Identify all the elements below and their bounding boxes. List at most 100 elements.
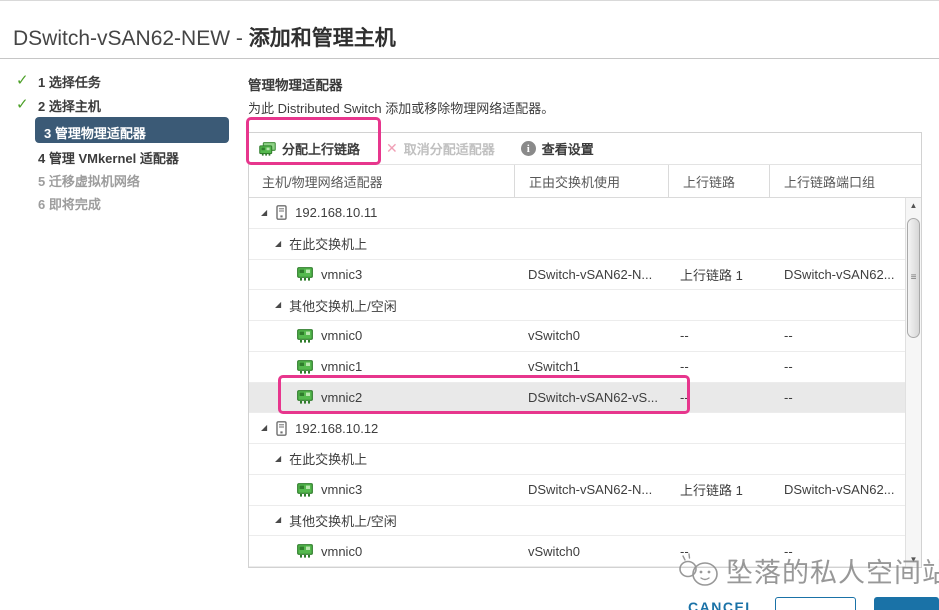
- wizard-step-ready-to-complete[interactable]: 6 即将完成: [0, 190, 240, 214]
- cell-uplink-port-group: DSwitch-vSAN62...: [784, 482, 895, 498]
- step-label: 3 管理物理适配器: [44, 126, 146, 141]
- table-body: ◢ 192.168.10.11 ◢ 在此交换机上 vmnic3 DSwitch-vS…: [249, 198, 921, 567]
- table-row-group-other-switches[interactable]: ◢ 其他交换机上/空闲: [249, 506, 921, 537]
- cell-uplink: --: [680, 359, 689, 375]
- table-row-group-on-this-switch[interactable]: ◢ 在此交换机上: [249, 229, 921, 260]
- step-label: 2 选择主机: [38, 99, 101, 114]
- assign-uplink-icon: [259, 142, 276, 156]
- cell-uplink-port-group: --: [784, 389, 793, 405]
- cell-in-use-by-switch: vSwitch1: [528, 359, 581, 375]
- table-row-vmnic2-selected[interactable]: vmnic2 DSwitch-vSAN62-vS... -- --: [249, 382, 921, 414]
- cell-uplink-port-group: DSwitch-vSAN62...: [784, 266, 895, 282]
- adapter-name: vmnic0: [321, 328, 363, 344]
- wizard-step-select-tasks[interactable]: ✓ 1 选择任务: [0, 68, 240, 92]
- add-manage-hosts-dialog: DSwitch-vSAN62-NEW - 添加和管理主机 ✓ 1 选择任务 ✓ …: [0, 0, 939, 610]
- table-row-vmnic3[interactable]: vmnic3 DSwitch-vSAN62-N... 上行链路 1 DSwitc…: [249, 260, 921, 291]
- host-icon: [276, 421, 287, 436]
- physical-adapter-table: 分配上行链路 ✕ 取消分配适配器 i 查看设置 主机/物理网络适配器 正由交换机…: [248, 132, 922, 568]
- scrollbar-thumb[interactable]: ≡: [907, 218, 920, 338]
- assign-uplink-button[interactable]: 分配上行链路: [259, 139, 360, 158]
- step-label: 6 即将完成: [38, 197, 101, 212]
- view-settings-label: 查看设置: [541, 142, 594, 157]
- table-row-host-192-168-10-11[interactable]: ◢ 192.168.10.11: [249, 198, 921, 229]
- wizard-step-manage-physical-adapters[interactable]: 3 管理物理适配器: [35, 117, 229, 143]
- vertical-scrollbar[interactable]: ▲ ≡ ▼: [905, 198, 921, 567]
- view-settings-button[interactable]: i 查看设置: [520, 139, 594, 158]
- expand-caret-icon[interactable]: ◢: [275, 454, 281, 463]
- wizard-step-select-hosts[interactable]: ✓ 2 选择主机: [0, 92, 240, 116]
- adapter-name: vmnic1: [321, 359, 363, 375]
- host-label: 192.168.10.12: [295, 420, 379, 436]
- cell-in-use-by-switch: DSwitch-vSAN62-N...: [528, 482, 653, 498]
- cell-in-use-by-switch: vSwitch0: [528, 543, 581, 559]
- column-header-uplink[interactable]: 上行链路: [668, 165, 769, 197]
- back-button[interactable]: BACK: [775, 597, 856, 610]
- cell-uplink: --: [680, 328, 689, 344]
- column-header-in-use-by-switch[interactable]: 正由交换机使用: [514, 165, 668, 197]
- nic-icon: [297, 329, 313, 343]
- group-label: 在此交换机上: [289, 452, 368, 468]
- cell-in-use-by-switch: vSwitch0: [528, 328, 581, 344]
- group-label: 其他交换机上/空闲: [289, 513, 397, 529]
- unassign-adapter-label: 取消分配适配器: [403, 142, 495, 157]
- unassign-x-icon: ✕: [386, 140, 398, 156]
- content-heading: 管理物理适配器: [248, 78, 343, 93]
- cancel-button[interactable]: CANCEL: [688, 599, 755, 610]
- step-label: 4 管理 VMkernel 适配器: [38, 151, 179, 166]
- wizard-step-migrate-vm-networking[interactable]: 5 迁移虚拟机网络: [0, 167, 240, 191]
- column-header-uplink-port-group[interactable]: 上行链路端口组: [769, 165, 921, 197]
- nic-icon: [297, 544, 313, 558]
- unassign-adapter-button[interactable]: ✕ 取消分配适配器: [386, 139, 495, 158]
- host-icon: [276, 205, 287, 220]
- wizard-step-manage-vmkernel-adapters[interactable]: 4 管理 VMkernel 适配器: [0, 144, 240, 168]
- group-label: 在此交换机上: [289, 237, 368, 253]
- content-description: 为此 Distributed Switch 添加或移除物理网络适配器。: [248, 101, 555, 116]
- adapter-name: vmnic2: [321, 389, 363, 405]
- info-icon: i: [520, 141, 536, 156]
- table-header: 主机/物理网络适配器 正由交换机使用 上行链路 上行链路端口组: [249, 165, 921, 198]
- dswitch-name: DSwitch-vSAN62-NEW: [13, 27, 231, 50]
- thumb-grip-icon: ≡: [910, 272, 917, 283]
- dialog-action-title: 添加和管理主机: [248, 27, 396, 50]
- nic-icon: [297, 267, 313, 281]
- watermark-doodle-icon: [676, 553, 722, 589]
- watermark: 坠落的私人空间站: [676, 551, 939, 590]
- cell-uplink: 上行链路 1: [680, 483, 743, 499]
- cell-uplink: 上行链路 1: [680, 267, 743, 283]
- table-row-vmnic1[interactable]: vmnic1 vSwitch1 -- --: [249, 352, 921, 383]
- title-divider: [0, 58, 939, 59]
- table-row-group-on-this-switch[interactable]: ◢ 在此交换机上: [249, 444, 921, 475]
- table-row-group-other-switches[interactable]: ◢ 其他交换机上/空闲: [249, 290, 921, 321]
- scroll-up-icon[interactable]: ▲: [906, 201, 921, 210]
- cell-uplink-port-group: --: [784, 359, 793, 375]
- group-label: 其他交换机上/空闲: [289, 298, 397, 314]
- expand-caret-icon[interactable]: ◢: [275, 516, 281, 524]
- table-toolbar: 分配上行链路 ✕ 取消分配适配器 i 查看设置: [249, 133, 921, 165]
- nic-icon: [297, 483, 313, 497]
- adapter-name: vmnic3: [321, 482, 363, 498]
- expand-caret-icon[interactable]: ◢: [275, 301, 281, 309]
- column-header-host-adapter[interactable]: 主机/物理网络适配器: [249, 165, 514, 197]
- expand-caret-icon[interactable]: ◢: [275, 239, 281, 248]
- expand-caret-icon[interactable]: ◢: [261, 424, 267, 432]
- adapter-name: vmnic0: [321, 543, 363, 559]
- expand-caret-icon[interactable]: ◢: [261, 208, 267, 217]
- table-row-vmnic3[interactable]: vmnic3 DSwitch-vSAN62-N... 上行链路 1 DSwitc…: [249, 475, 921, 506]
- cell-in-use-by-switch: DSwitch-vSAN62-N...: [528, 266, 653, 282]
- adapter-name: vmnic3: [321, 266, 363, 282]
- cell-uplink: --: [680, 389, 689, 405]
- step-label: 1 选择任务: [38, 75, 101, 90]
- cell-in-use-by-switch: DSwitch-vSAN62-vS...: [528, 389, 659, 405]
- watermark-text: 坠落的私人空间站: [726, 558, 939, 588]
- cell-uplink-port-group: --: [784, 328, 793, 344]
- page-title: DSwitch-vSAN62-NEW - 添加和管理主机: [13, 27, 396, 50]
- next-button[interactable]: NEXT: [874, 597, 939, 610]
- check-icon: ✓: [16, 96, 29, 113]
- assign-uplink-label: 分配上行链路: [282, 142, 361, 157]
- table-row-host-192-168-10-12[interactable]: ◢ 192.168.10.12: [249, 413, 921, 444]
- nic-icon: [297, 360, 313, 374]
- table-row-vmnic0[interactable]: vmnic0 vSwitch0 -- --: [249, 321, 921, 352]
- step-label: 5 迁移虚拟机网络: [38, 174, 140, 189]
- check-icon: ✓: [16, 72, 29, 89]
- host-label: 192.168.10.11: [295, 205, 378, 221]
